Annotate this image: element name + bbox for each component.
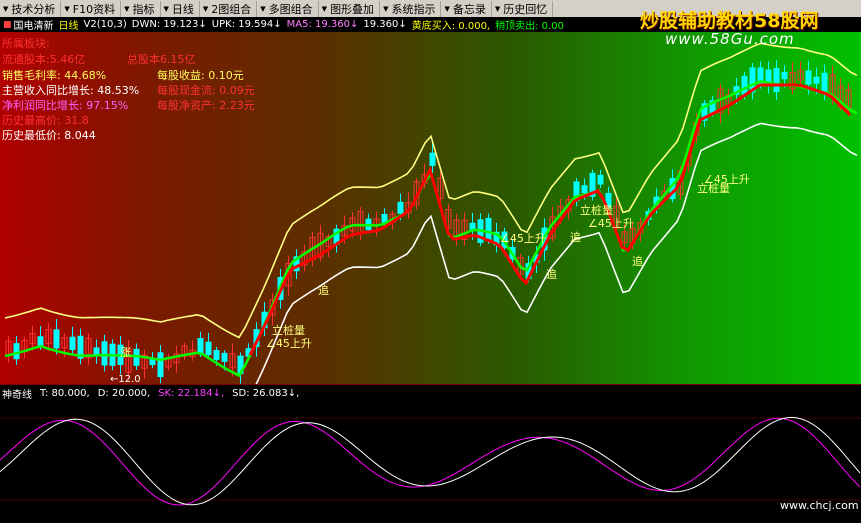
ma5-value: MA5: 19.360↓	[286, 19, 359, 30]
toolbar-tech-analysis[interactable]: ▼ 技术分析	[0, 0, 62, 17]
sd-line	[0, 416, 861, 506]
candle-body	[213, 350, 220, 360]
fin-profit-growth: 净利润同比增长: 97.15%	[2, 99, 129, 112]
toolbar-multichart[interactable]: ▼ 多图组合	[257, 0, 319, 17]
dropdown-arrow-icon: ▼	[260, 4, 266, 13]
sk-line	[0, 417, 861, 506]
signal-zhui-2: 追	[570, 231, 581, 244]
dropdown-arrow-icon: ▼	[3, 4, 9, 13]
fin-margin: 销售毛利率: 44.68%	[2, 69, 107, 82]
candle-body	[781, 71, 788, 80]
candle-body	[197, 338, 204, 354]
toolbar-overlay[interactable]: ▼ 图形叠加	[319, 0, 381, 17]
stock-icon: ■	[3, 19, 12, 30]
candle-body	[821, 72, 828, 94]
signal-zhui-4: 追	[546, 268, 557, 281]
candle-body	[397, 201, 404, 214]
toolbar-history[interactable]: ▼ 历史回忆	[492, 0, 554, 17]
toolbar-system[interactable]: ▼ 系统指示	[380, 0, 442, 17]
candle-body	[13, 343, 20, 360]
fin-eps: 每股收益: 0.10元	[157, 69, 244, 82]
dropdown-arrow-icon: ▼	[494, 4, 501, 13]
v2-param: V2(10,3)	[83, 19, 127, 30]
candle-body	[773, 68, 780, 93]
fin-cashflow: 每股现金流: 0.09元	[157, 84, 255, 97]
candle-body	[741, 75, 748, 95]
candle-body	[485, 217, 492, 241]
candle-body	[813, 76, 820, 84]
indicator-d: D: 20.000,	[97, 387, 151, 399]
candle-body	[101, 341, 108, 366]
kline-chart-area[interactable]: 所属板块: 流通股本:5.46亿 总股本6.15亿 销售毛利率: 44.68% …	[0, 32, 861, 384]
candle-body	[381, 214, 388, 223]
toolbar-2chart[interactable]: ▼ 2图组合	[200, 0, 258, 17]
fin-nav: 每股净资产: 2.23元	[157, 99, 255, 112]
stock-name[interactable]: 国电清新	[14, 17, 54, 32]
indicator-t: T: 80.000,	[40, 387, 90, 399]
watermark-site: www.58Gu.com	[665, 30, 795, 48]
watermark-corner: www.chcj.com	[780, 499, 859, 512]
toolbar-daily[interactable]: ▼ 日线	[161, 0, 200, 17]
signal-up45-3: ∠45上升	[500, 232, 546, 245]
ma-line	[4, 80, 858, 378]
fin-hist-high: 历史最高价: 31.8	[2, 114, 89, 127]
toolbar-indicator[interactable]: ▼ 指标	[121, 0, 161, 17]
panel-separator[interactable]	[0, 384, 861, 385]
fin-hist-low: 历史最低价: 8.044	[2, 129, 96, 142]
dropdown-arrow-icon: ▼	[321, 4, 328, 13]
dropdown-arrow-icon: ▼	[163, 4, 169, 13]
period-label: 日线	[58, 21, 79, 32]
low-price-marker: ←12.0	[110, 374, 141, 384]
fin-header: 所属板块:	[2, 37, 50, 50]
indicator-sk: SK: 22.184↓,	[158, 387, 225, 399]
signal-zhui-3: 追	[632, 255, 643, 268]
fin-total-shares: 总股本6.15亿	[127, 53, 196, 66]
ma5b-value: 19.360↓	[363, 19, 407, 30]
indicator-header: 神奇线 T: 80.000, D: 20.000, SK: 22.184↓, S…	[0, 386, 861, 401]
candle-body	[429, 152, 436, 166]
indicator-panel[interactable]	[0, 400, 861, 520]
indicator-svg	[0, 416, 861, 506]
candle-body	[581, 185, 588, 194]
signal-up45-2: ∠45上升	[588, 217, 634, 230]
dropdown-arrow-icon: ▼	[444, 4, 450, 13]
signal-up45-4: ∠45上升	[704, 173, 750, 186]
signal-zhui-1: 追	[318, 284, 329, 297]
candle-body	[53, 329, 60, 349]
sell-signal-value: 稍顶卖出: 0.00	[495, 21, 564, 32]
toolbar-f10[interactable]: ▼ F10资料	[61, 0, 122, 17]
watermark-title: 炒股辅助教材58股网	[640, 10, 819, 32]
dropdown-arrow-icon: ▼	[64, 4, 70, 13]
candle-body	[205, 341, 212, 356]
candle-body	[805, 70, 812, 85]
indicator-sd: SD: 26.083↓,	[232, 387, 300, 399]
dropdown-arrow-icon: ▼	[383, 4, 389, 13]
toolbar-memo[interactable]: ▼ 备忘录	[441, 0, 492, 17]
candle-body	[597, 174, 604, 185]
fin-revenue-growth: 主营收入同比增长: 48.53%	[2, 84, 140, 97]
fin-shares: 流通股本:5.46亿	[2, 53, 86, 66]
candle-body	[37, 336, 44, 347]
upk-value: UPK: 19.594↓	[211, 19, 282, 30]
dropdown-arrow-icon: ▼	[124, 4, 130, 13]
dwn-value: DWN: 19.123↓	[131, 19, 207, 30]
candle-body	[157, 352, 164, 378]
candle-body	[221, 352, 228, 362]
indicator-name[interactable]: 神奇线	[2, 386, 32, 401]
dropdown-arrow-icon: ▼	[202, 4, 209, 13]
signal-up45-1: ∠45上升	[266, 337, 312, 350]
buy-signal-value: 黄底买入: 0.000,	[411, 21, 491, 32]
candle-body	[69, 336, 76, 351]
signal-zhang: 涨	[120, 346, 131, 359]
